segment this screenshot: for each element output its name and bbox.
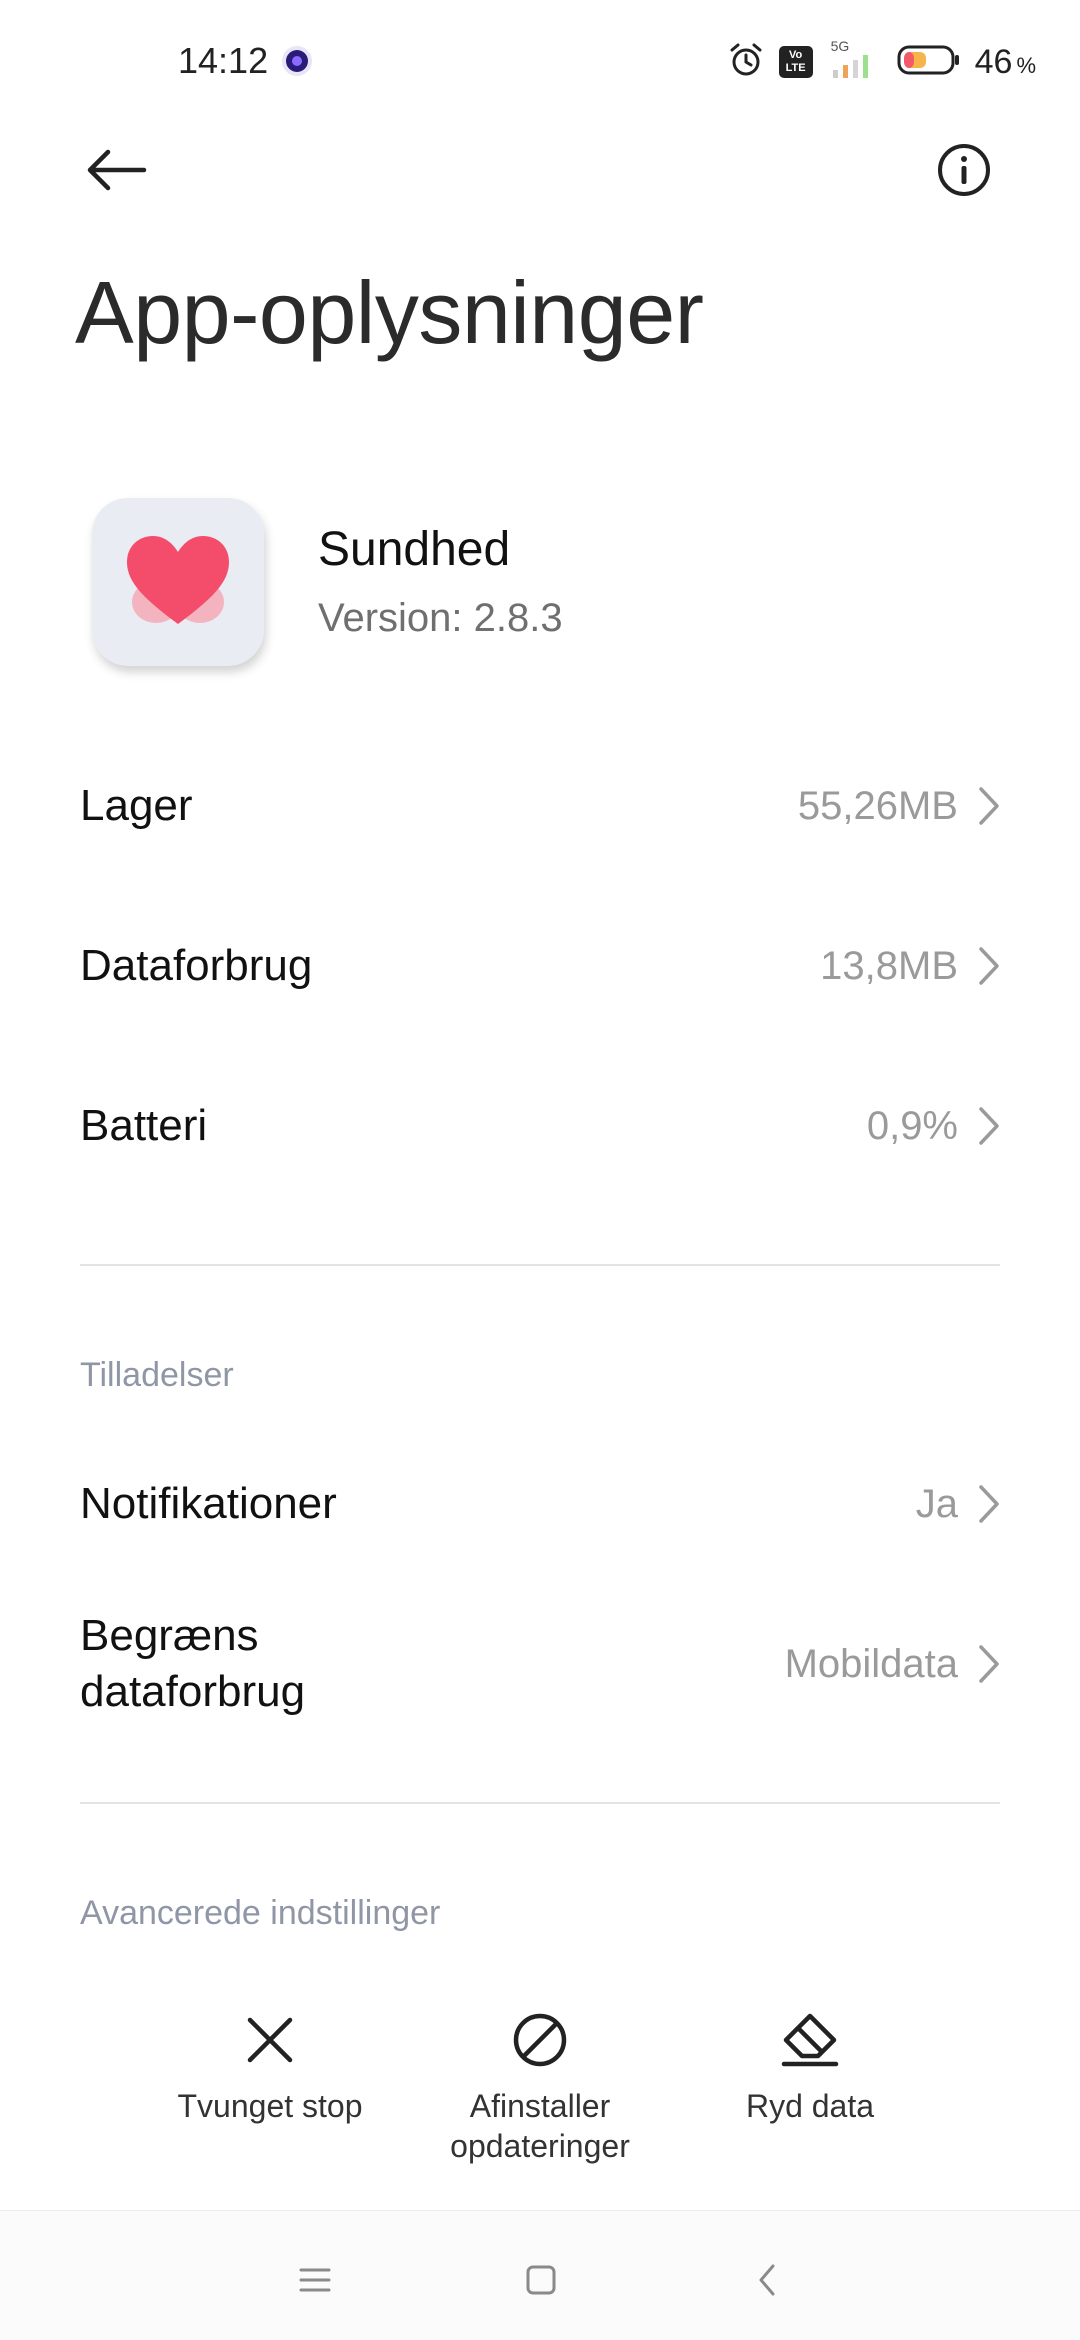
divider xyxy=(80,1264,1000,1266)
chevron-right-icon xyxy=(978,1644,1000,1684)
row-label: Begræns dataforbrug xyxy=(80,1611,306,1716)
row-notifications[interactable]: Notifikationer Ja xyxy=(80,1476,1000,1532)
section-header-advanced: Avancerede indstillinger xyxy=(80,1894,441,1932)
row-label: Lager xyxy=(80,781,193,830)
notification-app-icon xyxy=(280,44,314,78)
row-value: 55,26MB xyxy=(797,783,958,828)
chevron-right-icon xyxy=(978,1106,1000,1146)
force-stop-button[interactable]: Tvunget stop xyxy=(140,2010,400,2126)
status-bar: 14:12 Vo LTE 5G 46 % xyxy=(0,0,1080,124)
menu-icon[interactable] xyxy=(290,2255,340,2305)
home-icon[interactable] xyxy=(516,2255,566,2305)
row-battery[interactable]: Batteri 0,9% xyxy=(80,1098,1000,1154)
info-icon xyxy=(938,144,990,196)
eraser-icon xyxy=(780,2010,840,2070)
clear-data-button[interactable]: Ryd data xyxy=(680,2010,940,2126)
chevron-right-icon xyxy=(978,1484,1000,1524)
app-icon xyxy=(92,498,264,666)
divider xyxy=(80,1802,1000,1804)
arrow-left-icon xyxy=(87,149,147,191)
row-restrict-data[interactable]: Begræns dataforbrug Mobildata xyxy=(80,1608,1000,1720)
navigation-bar xyxy=(0,2210,1080,2340)
row-label: Notifikationer xyxy=(80,1479,337,1528)
row-value: 13,8MB xyxy=(820,943,958,988)
row-value: Ja xyxy=(915,1481,958,1526)
alarm-icon xyxy=(727,41,765,84)
row-storage[interactable]: Lager 55,26MB xyxy=(80,778,1000,834)
row-data-usage[interactable]: Dataforbrug 13,8MB xyxy=(80,938,1000,994)
heart-icon xyxy=(127,536,229,624)
row-label: Batteri xyxy=(80,1101,208,1150)
back-icon[interactable] xyxy=(742,2255,792,2305)
app-version: Version: 2.8.3 xyxy=(318,596,563,640)
chevron-right-icon xyxy=(978,946,1000,986)
action-label: Afinstaller opdateringer xyxy=(450,2088,630,2164)
app-name: Sundhed xyxy=(318,523,511,576)
action-label: Ryd data xyxy=(745,2088,875,2124)
status-icons: Vo LTE 5G 46% xyxy=(727,38,1036,84)
info-button[interactable] xyxy=(930,136,998,204)
row-value: 0,9% xyxy=(866,1103,958,1148)
back-button[interactable] xyxy=(78,138,154,202)
uninstall-updates-button[interactable]: Afinstaller opdateringer xyxy=(410,2010,670,2166)
volte-icon: Vo LTE xyxy=(778,46,813,78)
action-label: Tvunget stop xyxy=(177,2088,363,2124)
page-title: App-oplysninger xyxy=(75,263,704,362)
chevron-right-icon xyxy=(978,786,1000,826)
block-icon xyxy=(510,2010,570,2070)
battery-icon xyxy=(897,43,961,82)
battery-percentage: 46% xyxy=(974,42,1036,81)
app-info-screen: 14:12 Vo LTE 5G 46 % App-oplysninger Sun… xyxy=(0,0,1080,2340)
volte-label: Vo LTE xyxy=(785,49,806,74)
close-icon xyxy=(240,2010,300,2070)
signal-icon: 5G xyxy=(827,38,883,82)
row-label: Dataforbrug xyxy=(80,941,313,990)
section-header-permissions: Tilladelser xyxy=(80,1356,234,1394)
row-value: Mobildata xyxy=(784,1641,958,1686)
status-time: 14:12 xyxy=(178,40,269,81)
